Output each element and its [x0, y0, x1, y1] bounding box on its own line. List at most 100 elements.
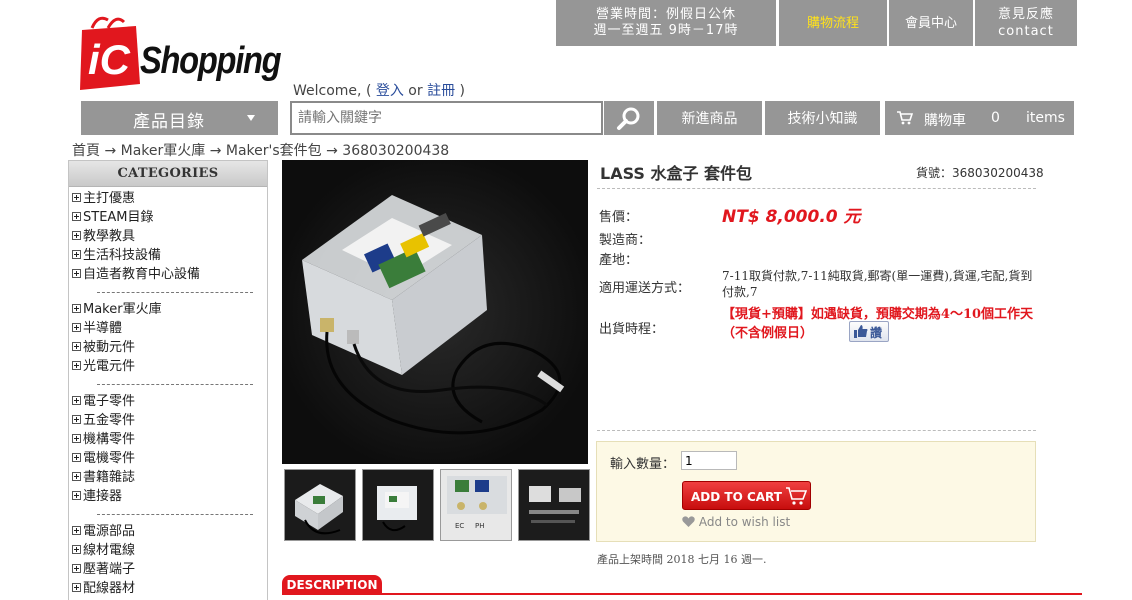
category-label: 連接器 — [83, 489, 123, 504]
thumbnail-photo — [363, 470, 433, 540]
divider — [597, 430, 1036, 431]
category-item[interactable]: 五金零件 — [72, 412, 135, 430]
new-products-button[interactable]: 新進商品 — [657, 101, 762, 135]
category-item[interactable]: 配線器材 — [72, 580, 135, 598]
category-item[interactable]: 教學教具 — [72, 228, 135, 246]
category-label: 五金零件 — [83, 413, 136, 428]
thumbs-up-icon — [854, 325, 868, 338]
category-item[interactable]: 電源部品 — [72, 523, 135, 541]
dispatch-label: 出貨時程： — [599, 322, 665, 337]
expand-plus-icon — [72, 433, 81, 443]
divider — [597, 188, 1036, 189]
search-button[interactable] — [604, 101, 654, 135]
welcome-suffix: ) — [455, 83, 466, 99]
quantity-input[interactable] — [681, 451, 737, 470]
expand-plus-icon — [72, 525, 81, 535]
category-item[interactable]: 自造者教育中心設備 — [72, 266, 200, 284]
product-main-image[interactable] — [282, 160, 588, 464]
category-label: 主打優惠 — [83, 191, 136, 206]
site-logo[interactable]: iC Shopping — [78, 10, 290, 94]
category-item[interactable]: 線材電線 — [72, 542, 135, 560]
nav-contact[interactable]: 意見反應 contact — [975, 0, 1077, 46]
like-label: 讚 — [870, 326, 883, 340]
categories-header: CATEGORIES — [69, 161, 267, 187]
shopping-bag-logo-icon: iC — [80, 16, 140, 90]
wishlist-label: Add to wish list — [698, 515, 791, 529]
welcome-text: Welcome, ( 登入 or 註冊 ) — [293, 80, 465, 100]
hours-line-1: 營業時間：例假日公休 — [595, 7, 736, 22]
sku-label: 貨號： — [916, 166, 953, 180]
category-item[interactable]: 生活科技設備 — [72, 247, 161, 265]
category-item[interactable]: 電機零件 — [72, 450, 135, 468]
product-thumbnail[interactable] — [362, 469, 434, 541]
add-to-cart-button[interactable]: ADD TO CART — [682, 481, 811, 510]
category-label: 生活科技設備 — [83, 248, 162, 263]
price-label: 售價： — [599, 210, 639, 225]
expand-plus-icon — [72, 322, 81, 332]
register-link[interactable]: 註冊 — [427, 83, 455, 99]
breadcrumb[interactable]: 首頁 → Maker軍火庫 → Maker's套件包 → 36803020043… — [72, 140, 449, 160]
nav-contact-line-2: contact — [998, 24, 1054, 39]
category-divider — [97, 384, 253, 385]
add-to-wishlist-link[interactable]: Add to wish list — [682, 515, 790, 529]
category-item[interactable]: Maker軍火庫 — [72, 301, 162, 319]
cart-button[interactable]: 購物車 0 items — [885, 101, 1074, 135]
tab-description[interactable]: DESCRIPTION — [282, 575, 382, 595]
product-thumbnail[interactable] — [518, 469, 590, 541]
category-item[interactable]: 機構零件 — [72, 431, 135, 449]
facebook-like-button[interactable]: 讚 — [849, 321, 889, 342]
expand-plus-icon — [72, 360, 81, 370]
maker-label: 製造商： — [599, 233, 652, 248]
thumbnail-photo — [519, 470, 589, 540]
category-label: 教學教具 — [83, 229, 136, 244]
product-thumbnail[interactable]: EC PH — [440, 469, 512, 541]
category-label: 線材電線 — [83, 543, 136, 558]
svg-text:PH: PH — [475, 522, 485, 530]
category-item[interactable]: 半導體 — [72, 320, 122, 338]
category-divider — [97, 514, 253, 515]
search-input[interactable] — [290, 101, 603, 135]
expand-plus-icon — [72, 563, 81, 573]
category-item[interactable]: 主打優惠 — [72, 190, 135, 208]
nav-shopping-flow[interactable]: 購物流程 — [779, 0, 887, 46]
category-label: 機構零件 — [83, 432, 136, 447]
expand-plus-icon — [72, 211, 81, 221]
category-item[interactable]: 壓著端子 — [72, 561, 135, 579]
category-item[interactable]: 光電元件 — [72, 358, 135, 376]
category-item[interactable]: STEAM目錄 — [72, 209, 154, 227]
category-item[interactable]: 電子零件 — [72, 393, 135, 411]
expand-plus-icon — [72, 268, 81, 278]
expand-plus-icon — [72, 471, 81, 481]
expand-plus-icon — [72, 490, 81, 500]
svg-text:iC: iC — [88, 36, 131, 83]
category-label: 電源部品 — [83, 524, 136, 539]
category-item[interactable]: 書籍雜誌 — [72, 469, 135, 487]
category-item[interactable]: 連接器 — [72, 488, 122, 506]
nav-member-center[interactable]: 會員中心 — [889, 0, 973, 46]
category-label: Maker軍火庫 — [83, 302, 162, 317]
product-thumbnail[interactable] — [284, 469, 356, 541]
category-label: 半導體 — [83, 321, 123, 336]
expand-plus-icon — [72, 544, 81, 554]
thumbnail-photo: EC PH — [441, 470, 511, 540]
origin-label: 產地： — [599, 253, 639, 268]
nav-contact-line-1: 意見反應 — [997, 7, 1054, 22]
cart-icon — [897, 111, 913, 125]
product-catalog-dropdown[interactable]: 產品目錄 — [81, 101, 278, 135]
shipping-methods: 7-11取貨付款,7-11純取貨,郵寄(單一運費),貨運,宅配,貨到付款,7 — [722, 269, 1033, 299]
product-title: LASS 水盒子 套件包 — [600, 164, 753, 183]
expand-plus-icon — [72, 230, 81, 240]
expand-plus-icon — [72, 582, 81, 592]
tech-tips-button[interactable]: 技術小知識 — [765, 101, 880, 135]
expand-plus-icon — [72, 303, 81, 313]
business-hours: 營業時間：例假日公休 週一至週五 9時－17時 — [556, 0, 776, 46]
category-item[interactable]: 被動元件 — [72, 339, 135, 357]
login-link[interactable]: 登入 — [376, 83, 404, 99]
cart-items-label: items — [1026, 110, 1065, 126]
expand-plus-icon — [72, 192, 81, 202]
category-label: 被動元件 — [83, 340, 136, 355]
product-photo-illustration — [302, 195, 565, 435]
heart-icon — [682, 516, 695, 527]
category-label: 配線器材 — [83, 581, 136, 596]
search-icon — [617, 107, 640, 130]
